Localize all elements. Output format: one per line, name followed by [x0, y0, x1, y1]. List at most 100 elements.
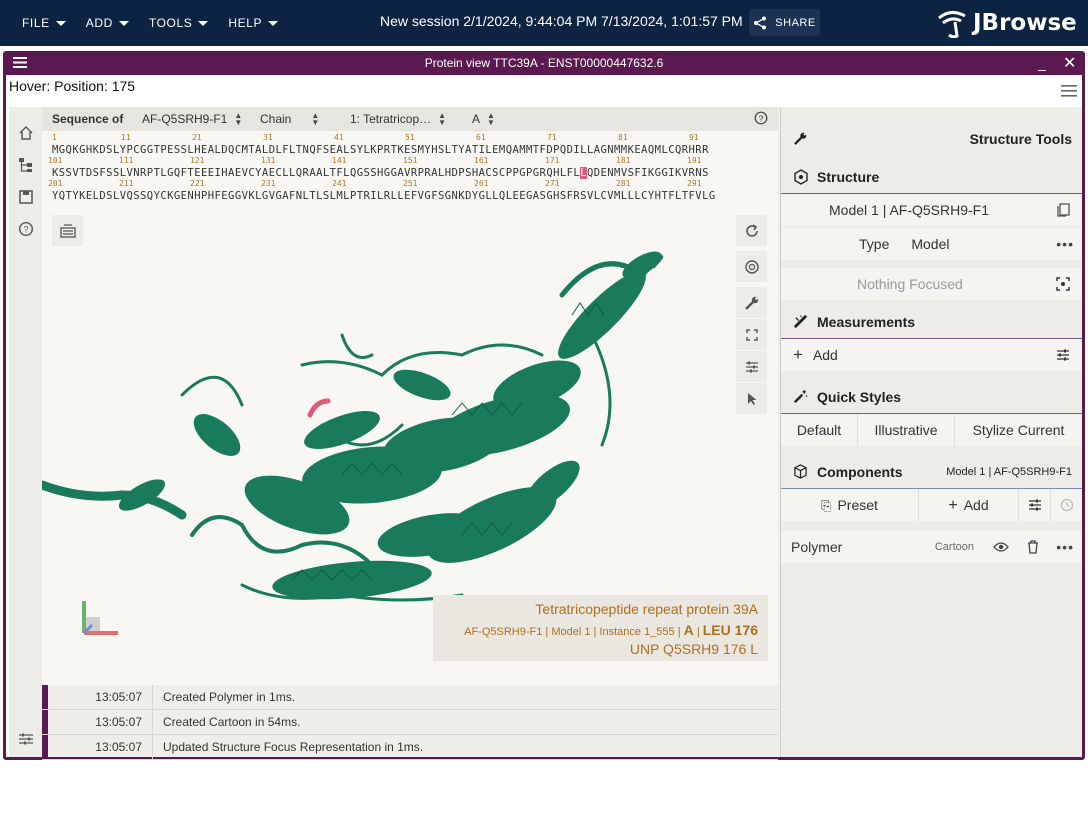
type-value[interactable]: Model [911, 236, 949, 252]
help-icon[interactable]: ? [754, 111, 768, 125]
focus-icon[interactable] [1056, 277, 1070, 291]
residue-number: 131 [261, 156, 276, 165]
controls-button[interactable] [736, 351, 767, 382]
app-bar: FILE ADD TOOLS HELP New session 2/1/2024… [0, 0, 1088, 46]
undo-button[interactable] [1051, 489, 1082, 521]
preset-label: Preset [837, 497, 878, 513]
preset-button[interactable]: ⎘ Preset [781, 489, 919, 521]
residue-number: 171 [545, 156, 560, 165]
log-divider [152, 734, 153, 760]
focus-row[interactable]: Nothing Focused [781, 268, 1082, 300]
sequence-line-3[interactable]: YQTYKELDSLVQSSQYCKGENHPHFEGGVKLGVGAFNLTL… [52, 190, 716, 202]
screenshot-button[interactable] [736, 251, 767, 282]
toggle-sequence-button[interactable] [52, 215, 83, 246]
log-time: 13:05:07 [95, 715, 142, 729]
structure-section-header[interactable]: Structure [781, 161, 1082, 193]
entity-select[interactable]: 1: Tetratricop… ▲ ▼ [350, 112, 458, 127]
minimize-icon[interactable]: _ [1038, 55, 1046, 71]
select-arrows-icon: ▲ ▼ [487, 111, 495, 127]
highlighted-residue[interactable]: L [580, 167, 587, 179]
measurements-header[interactable]: Measurements [781, 306, 1082, 338]
residue-number: 81 [618, 133, 628, 142]
sequence-segment[interactable]: QDENMVSFIKGGIKVRNS [587, 167, 709, 179]
menu-file-label: FILE [22, 16, 50, 30]
pointer-icon [747, 392, 756, 405]
style-stylize-current-button[interactable]: Stylize Current [955, 414, 1082, 446]
menu-add[interactable]: ADD [76, 0, 139, 46]
sequence-segment[interactable]: KSSVTDSFSSLVNRPTLGQFTEEEIHAEVCYAECLLQRAA… [52, 167, 580, 179]
residue-number: 1 [52, 133, 57, 142]
session-title[interactable]: New session 2/1/2024, 9:44:04 PM 7/13/20… [380, 13, 743, 29]
save-icon[interactable] [18, 189, 34, 205]
eye-icon[interactable] [993, 541, 1009, 553]
select-arrows-icon: ▲ ▼ [234, 111, 243, 127]
polymer-repr[interactable]: Cartoon [935, 541, 974, 553]
log-message: Created Polymer in 1ms. [163, 690, 296, 704]
view-options-icon[interactable] [1061, 85, 1077, 97]
menu-file[interactable]: FILE [12, 0, 76, 46]
component-options-button[interactable] [1019, 489, 1051, 521]
sliders-icon [745, 361, 758, 372]
caret-down-icon [118, 20, 129, 26]
axes-icon [82, 601, 118, 635]
more-options-icon[interactable]: ••• [1056, 236, 1074, 252]
style-default-button[interactable]: Default [781, 414, 858, 446]
ruler-icon [793, 314, 808, 329]
copy-icon[interactable] [1057, 203, 1070, 217]
measurements-add-row[interactable]: + Add [781, 339, 1082, 371]
view-menu-icon[interactable] [13, 57, 27, 68]
more-options-icon[interactable]: ••• [1056, 539, 1074, 555]
view-title[interactable]: Protein view TTC39A - ENST00000447632.6 [425, 56, 664, 70]
sequence-toolbar: Sequence of AF-Q5SRH9-F1 ▲ ▼ Chain ▲ ▼ 1: Te… [42, 107, 778, 131]
plus-icon: + [948, 497, 958, 514]
residue-number: 221 [190, 179, 205, 188]
structure-canvas[interactable]: Tetratricopeptide repeat protein 39A AF-… [42, 205, 778, 685]
sequence-line-1[interactable]: MGQKGHKDSLYPCGGTPESSLHEALDQCMTALDLFLTNQF… [52, 144, 709, 156]
settings-button[interactable] [736, 287, 767, 318]
residue-number: 21 [192, 133, 202, 142]
reset-icon [745, 223, 758, 237]
quick-styles-title: Quick Styles [817, 389, 902, 405]
sliders-icon[interactable] [18, 731, 34, 747]
reset-camera-button[interactable] [736, 215, 767, 246]
caret-down-icon [198, 20, 209, 26]
sliders-icon[interactable] [1056, 348, 1070, 362]
plus-icon: + [793, 345, 803, 364]
measurements-title: Measurements [817, 314, 916, 330]
close-icon[interactable]: ✕ [1063, 53, 1076, 73]
quick-styles-header[interactable]: Quick Styles [781, 381, 1082, 413]
sequence-line-2[interactable]: KSSVTDSFSSLVNRPTLGQFTEEEIHAEVCYAECLLQRAA… [52, 167, 709, 179]
residue-number: 141 [332, 156, 347, 165]
style-illustrative-button[interactable]: Illustrative [858, 414, 955, 446]
menu-help[interactable]: HELP [218, 0, 288, 46]
add-component-button[interactable]: + Add [919, 489, 1019, 521]
share-button[interactable]: SHARE [749, 9, 820, 36]
chain-select[interactable]: A ▲ ▼ [472, 111, 495, 127]
polymer-label[interactable]: Polymer [791, 539, 842, 555]
delete-icon[interactable] [1027, 540, 1039, 554]
polymer-component-row[interactable]: Polymer Cartoon ••• [781, 531, 1082, 563]
logo-text: JBrowse [973, 10, 1077, 36]
components-header[interactable]: Components Model 1 | AF-Q5SRH9-F1 [781, 456, 1082, 488]
tree-icon[interactable] [18, 157, 34, 173]
sequence-label: Sequence of [52, 112, 124, 126]
molstar-viewer: ? Sequence of AF-Q5SRH9-F1 ▲ ▼ Chain ▲ ▼ 1: … [9, 107, 1082, 760]
residue-number: 281 [616, 179, 631, 188]
structure-select[interactable]: AF-Q5SRH9-F1 ▲ ▼ [142, 111, 246, 127]
highlighted-residue-mark [307, 398, 331, 418]
mode-select[interactable]: Chain ▲ ▼ [260, 112, 336, 127]
type-row[interactable]: Type Model ••• [781, 228, 1082, 260]
residue-number: 201 [48, 179, 63, 188]
bookmark-icon: ⎘ [821, 498, 832, 513]
menu-tools[interactable]: TOOLS [139, 0, 218, 46]
log-time: 13:05:07 [95, 740, 142, 754]
magic-wand-icon [794, 389, 808, 403]
selection-mode-button[interactable] [736, 383, 767, 414]
components-model: Model 1 | AF-Q5SRH9-F1 [946, 466, 1072, 478]
type-label: Type [859, 236, 890, 252]
hover-position: Hover: Position: 175 [9, 78, 136, 94]
home-icon[interactable] [18, 125, 34, 141]
help-icon[interactable]: ? [18, 221, 34, 237]
model-select[interactable]: Model 1 | AF-Q5SRH9-F1 [781, 194, 1082, 226]
expand-button[interactable] [736, 319, 767, 350]
